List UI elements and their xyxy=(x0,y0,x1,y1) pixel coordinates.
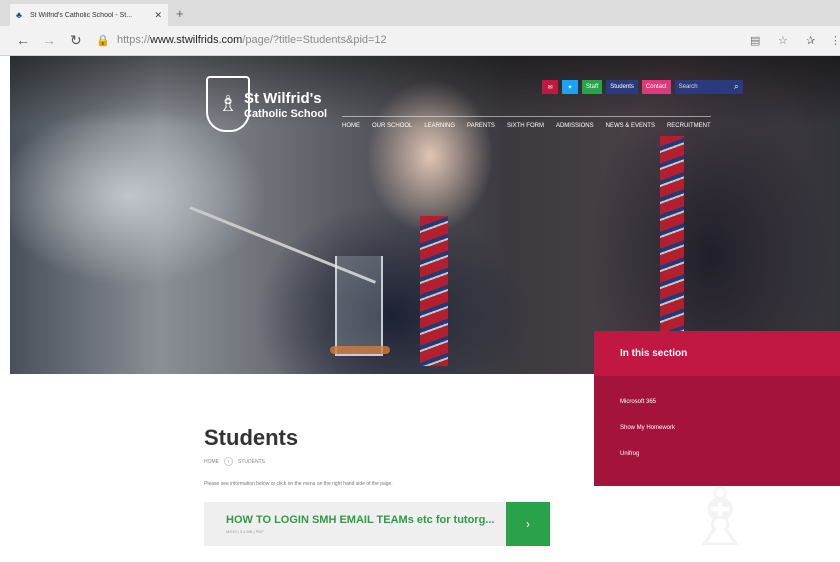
tab-title: St Wilfrid's Catholic School - St... xyxy=(30,11,133,19)
reader-view-icon[interactable]: ▤ xyxy=(750,34,760,47)
favorites-list-icon[interactable]: ✰ xyxy=(806,34,815,47)
school-name[interactable]: St Wilfrid's Catholic School xyxy=(244,90,327,120)
address-bar-row: ← → ↻ 🔒 https://www.stwilfrids.com/page/… xyxy=(0,26,840,56)
page-title: Students xyxy=(204,425,299,450)
chevron-right-icon[interactable]: › xyxy=(506,502,550,546)
breadcrumb: HOME › STUDENTS xyxy=(204,457,265,466)
nav-item-admissions[interactable]: ADMISSIONS xyxy=(556,123,594,129)
breadcrumb-chevron-icon: › xyxy=(224,457,233,466)
crest-watermark-icon: ♗ xyxy=(684,473,756,562)
burner-flame xyxy=(330,346,390,354)
url-domain: www.stwilfrids.com xyxy=(150,34,243,46)
url-field[interactable]: https://www.stwilfrids.com/page/?title=S… xyxy=(117,34,387,46)
document-link[interactable]: HOW TO LOGIN SMH EMAIL TEAMs etc for tut… xyxy=(204,502,550,546)
top-buttons: ✉ ✦ Staff Students Contact Search ⌕ xyxy=(542,80,743,94)
search-input[interactable]: Search ⌕ xyxy=(674,80,743,94)
new-tab-icon[interactable]: + xyxy=(176,6,184,21)
staff-button[interactable]: Staff xyxy=(582,80,603,94)
refresh-icon[interactable]: ↻ xyxy=(70,32,82,49)
section-link-unifrog[interactable]: Unifrog xyxy=(620,451,639,457)
school-favicon-icon: ♣ xyxy=(16,9,22,20)
nav-item-news-events[interactable]: NEWS & EVENTS xyxy=(606,123,655,129)
document-meta: MS19 | 3.4 MB | PDF xyxy=(226,529,264,534)
nav-item-parents[interactable]: PARENTS xyxy=(467,123,495,129)
url-prefix: https:// xyxy=(117,34,151,46)
twitter-icon[interactable]: ✦ xyxy=(562,80,578,94)
lock-icon: 🔒 xyxy=(96,35,110,47)
browser-tab[interactable]: ♣ St Wilfrid's Catholic School - St... ✕ xyxy=(10,4,168,26)
section-heading: In this section xyxy=(594,331,840,376)
favorite-star-icon[interactable]: ☆ xyxy=(778,34,788,47)
students-button[interactable]: Students xyxy=(606,80,638,94)
nav-item-home[interactable]: HOME xyxy=(342,123,360,129)
school-name-line1: St Wilfrid's xyxy=(244,90,322,107)
nav-item-our-school[interactable]: OUR SCHOOL xyxy=(372,123,412,129)
close-tab-icon[interactable]: ✕ xyxy=(154,10,162,21)
main-nav: HOME OUR SCHOOL LEARNING PARENTS SIXTH F… xyxy=(342,116,711,129)
section-link-show-my-homework[interactable]: Show My Homework xyxy=(620,425,675,431)
beaker xyxy=(335,256,383,356)
student-tie xyxy=(420,216,448,366)
section-link-microsoft-365[interactable]: Microsoft 365 xyxy=(620,399,656,405)
search-icon[interactable]: ⌕ xyxy=(734,82,738,92)
search-placeholder: Search xyxy=(678,84,698,90)
more-icon[interactable]: ⋮ xyxy=(830,34,840,47)
contact-button[interactable]: Contact xyxy=(641,80,671,94)
breadcrumb-current: STUDENTS xyxy=(238,458,265,465)
nav-item-recruitment[interactable]: RECRUITMENT xyxy=(667,123,711,129)
browser-tab-bar: ♣ St Wilfrid's Catholic School - St... ✕… xyxy=(0,0,840,26)
breadcrumb-home[interactable]: HOME xyxy=(204,459,219,465)
intro-text: Please see information below or click on… xyxy=(204,481,393,487)
in-this-section-panel: In this section Microsoft 365 Show My Ho… xyxy=(594,331,840,486)
back-icon[interactable]: ← xyxy=(16,32,30,48)
email-icon[interactable]: ✉ xyxy=(542,80,558,94)
school-name-line2: Catholic School xyxy=(244,108,328,120)
nav-item-learning[interactable]: LEARNING xyxy=(424,123,455,129)
forward-icon[interactable]: → xyxy=(42,32,56,48)
nav-item-sixth-form[interactable]: SIXTH FORM xyxy=(507,123,544,129)
document-title[interactable]: HOW TO LOGIN SMH EMAIL TEAMs etc for tut… xyxy=(226,514,494,526)
url-path: /page/?title=Students&pid=12 xyxy=(242,34,387,46)
student-tie-2 xyxy=(660,136,684,336)
hero-image: ♗ St Wilfrid's Catholic School ✉ ✦ Staff… xyxy=(10,56,840,374)
